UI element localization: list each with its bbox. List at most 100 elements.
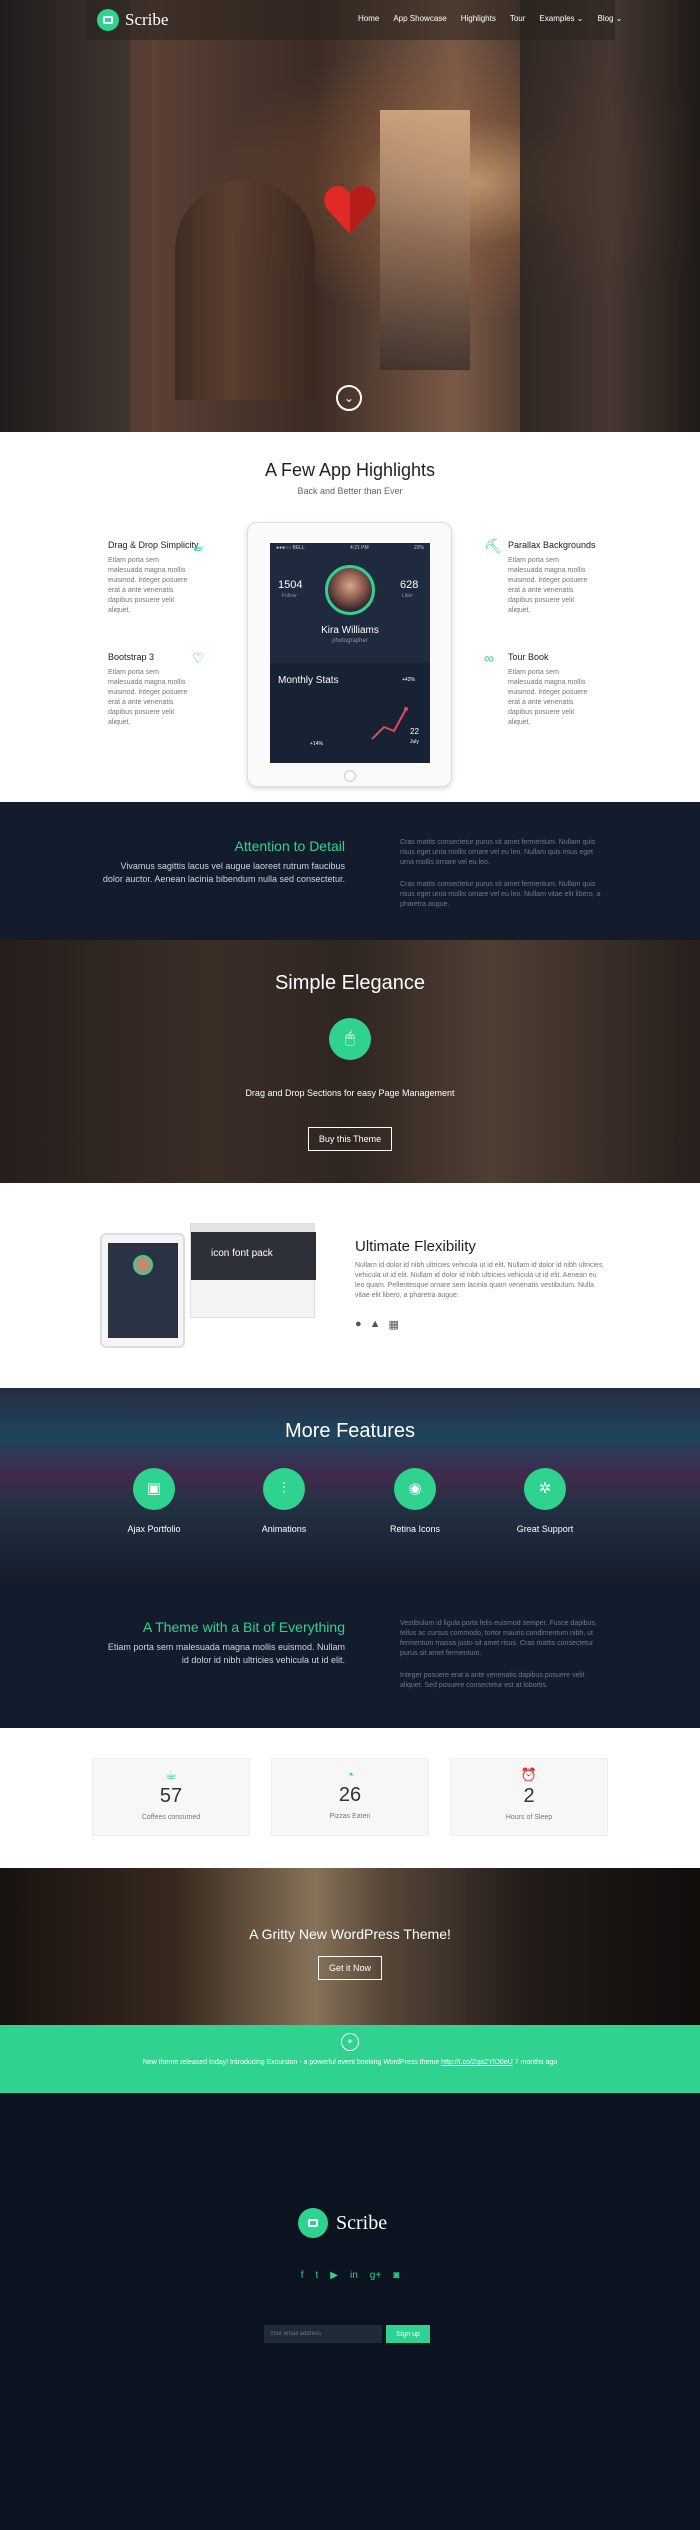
lifebuoy-icon: ✲: [524, 1468, 566, 1510]
feature-text: Etiam porta sem malesuada magna mollis e…: [108, 669, 188, 726]
likes-count: 628: [400, 579, 419, 591]
more-features-section: More Features ▣ Ajax Portfolio ⫶ Animati…: [0, 1388, 700, 1583]
attention-lead: Vivamus sagittis lacus vel augue laoreet…: [102, 861, 345, 884]
pizza-icon: ◔: [346, 1767, 354, 1782]
status-carrier: ●●●○○ BELL: [276, 545, 305, 551]
nav-tour[interactable]: Tour: [510, 14, 526, 23]
gritty-title: A Gritty New WordPress Theme!: [249, 1926, 451, 1942]
gritty-overlay: [0, 1868, 700, 2025]
attention-title: Attention to Detail: [234, 838, 345, 854]
counters-section: ☕ 57 Coffees consumed ◔ 26 Pizzas Eaten …: [0, 1728, 700, 1868]
apple-icon: ●: [355, 1318, 362, 1330]
linkedin-icon[interactable]: in: [350, 2270, 358, 2281]
feature-parallax: ⛏ Parallax Backgrounds Etiam porta sem m…: [484, 538, 628, 616]
feature-drag-drop: ☕ Drag & Drop Simplicity Etiam porta sem…: [108, 538, 228, 616]
hero-background-wall-left: [0, 0, 130, 432]
stat-b: +14%: [310, 741, 323, 747]
footer: Scribe f t ▶ in g+ ◙ Sign up: [0, 2093, 700, 2530]
avatar: [133, 1255, 153, 1275]
scroll-down-button[interactable]: ⌄: [336, 385, 362, 411]
nav-app-showcase[interactable]: App Showcase: [393, 14, 446, 23]
stats-title: Monthly Stats: [278, 675, 339, 686]
eye-icon: ◉: [394, 1468, 436, 1510]
feature-tour-book: ∞ Tour Book Etiam porta sem malesuada ma…: [484, 650, 628, 728]
hero-background-door: [175, 180, 315, 400]
stat-a: +42%: [402, 677, 415, 683]
hero-section: ⌄: [0, 0, 700, 432]
feature-title: Parallax Backgrounds: [508, 540, 596, 550]
profile-name: Kira Williams: [321, 625, 379, 636]
flexibility-description: Nullam id dolor id nibh ultricies vehicu…: [355, 1262, 603, 1299]
mockup-label: icon font pack: [211, 1248, 273, 1259]
flexibility-title: Ultimate Flexibility: [355, 1238, 476, 1255]
stats-chart: [371, 707, 408, 740]
instagram-icon[interactable]: ◙: [393, 2270, 399, 2281]
date-month: July: [410, 739, 419, 745]
nav-examples[interactable]: Examples ⌄: [539, 14, 583, 23]
bit-paragraph-2: Integer posuere erat a ante venenatis da…: [400, 1672, 585, 1689]
likes-label: Liker: [402, 593, 413, 599]
twitter-icon[interactable]: t: [316, 2270, 319, 2281]
tablet-mockup: [100, 1233, 185, 1348]
sliders-icon: ⫶: [263, 1468, 305, 1510]
avatar: [325, 565, 375, 615]
subscribe-form: Sign up: [264, 2325, 430, 2343]
platform-icons: ● ▲ ▦: [355, 1318, 399, 1331]
twitter-band: ✦ New theme released today! Introducing …: [0, 2025, 700, 2103]
footer-logo-text: Scribe: [336, 2211, 388, 2234]
bit-of-everything-section: A Theme with a Bit of Everything Etiam p…: [0, 1583, 700, 1728]
feature-label: Ajax Portfolio: [127, 1524, 181, 1534]
heart-icon: ♡: [192, 650, 205, 666]
footer-logo[interactable]: Scribe: [298, 2208, 387, 2238]
nav-highlights[interactable]: Highlights: [461, 14, 496, 23]
follows-count: 1504: [278, 579, 303, 591]
feature-title: Drag & Drop Simplicity: [108, 540, 199, 550]
email-field[interactable]: [264, 2325, 382, 2343]
feature-text: Etiam porta sem malesuada magna mollis e…: [508, 557, 588, 614]
highlights-title: A Few App Highlights: [264, 460, 436, 480]
feature-retina-icons: ◉ Retina Icons: [370, 1468, 460, 1534]
nav-blog[interactable]: Blog ⌄: [597, 14, 622, 23]
gritty-section: A Gritty New WordPress Theme! Get it Now: [0, 1868, 700, 2025]
feature-bootstrap: ♡ Bootstrap 3 Etiam porta sem malesuada …: [108, 650, 228, 728]
elegance-section: Simple Elegance 🖱 Drag and Drop Sections…: [0, 940, 700, 1183]
feature-label: Retina Icons: [389, 1524, 441, 1534]
attention-paragraph-1: Cras mattis consectetur purus sit amet f…: [400, 839, 596, 866]
app-status-bar: ●●●○○ BELL 4:21 PM 22%: [270, 545, 430, 551]
ipad-home-button: [344, 770, 356, 782]
counter-value: 2: [523, 1785, 535, 1807]
highlights-section: A Few App Highlights Back and Better tha…: [0, 432, 700, 802]
hero-background-alley: [380, 110, 470, 370]
feature-label: Great Support: [516, 1524, 574, 1534]
bit-lead: Etiam porta sem malesuada magna mollis e…: [107, 1642, 345, 1665]
counter-value: 57: [159, 1785, 183, 1807]
counter-label: Hours of Sleep: [505, 1814, 553, 1821]
google-plus-icon[interactable]: g+: [370, 2270, 381, 2281]
heart-icon: [324, 186, 376, 234]
buy-theme-button[interactable]: Buy this Theme: [308, 1127, 392, 1151]
feature-great-support: ✲ Great Support: [500, 1468, 590, 1534]
counter-label: Pizzas Eaten: [329, 1813, 371, 1820]
feature-title: Tour Book: [508, 652, 549, 662]
tweet-text: New theme released today! Introducing Ex…: [0, 2059, 700, 2066]
feature-title: Bootstrap 3: [108, 652, 155, 662]
counter-label: Coffees consumed: [141, 1814, 201, 1821]
tweet-link[interactable]: http://t.co/ZqaZYlO0eU: [441, 2059, 513, 2066]
follows-label: Follow: [282, 593, 297, 599]
site-logo[interactable]: Scribe: [97, 8, 168, 32]
nav-home[interactable]: Home: [358, 14, 379, 23]
alarm-icon: ⏰: [520, 1767, 538, 1782]
main-nav: Home App Showcase Highlights Tour Exampl…: [358, 14, 636, 23]
browser-window-mockup: icon font pack: [190, 1223, 316, 1318]
profile-job: photographer: [332, 638, 368, 644]
bit-title: A Theme with a Bit of Everything: [142, 1619, 345, 1635]
get-it-now-button[interactable]: Get it Now: [318, 1956, 382, 1980]
attention-paragraph-2: Cras mattis consectetur purus sit amet f…: [400, 881, 601, 908]
facebook-icon[interactable]: f: [301, 2270, 304, 2281]
feature-text: Etiam porta sem malesuada magna mollis e…: [108, 557, 188, 614]
status-time: 4:21 PM: [350, 545, 369, 551]
youtube-icon[interactable]: ▶: [330, 2270, 338, 2281]
bit-paragraph-1: Vestibulum id ligula porta felis euismod…: [400, 1620, 597, 1657]
signup-button[interactable]: Sign up: [386, 2325, 430, 2343]
more-features-title: More Features: [284, 1420, 416, 1442]
